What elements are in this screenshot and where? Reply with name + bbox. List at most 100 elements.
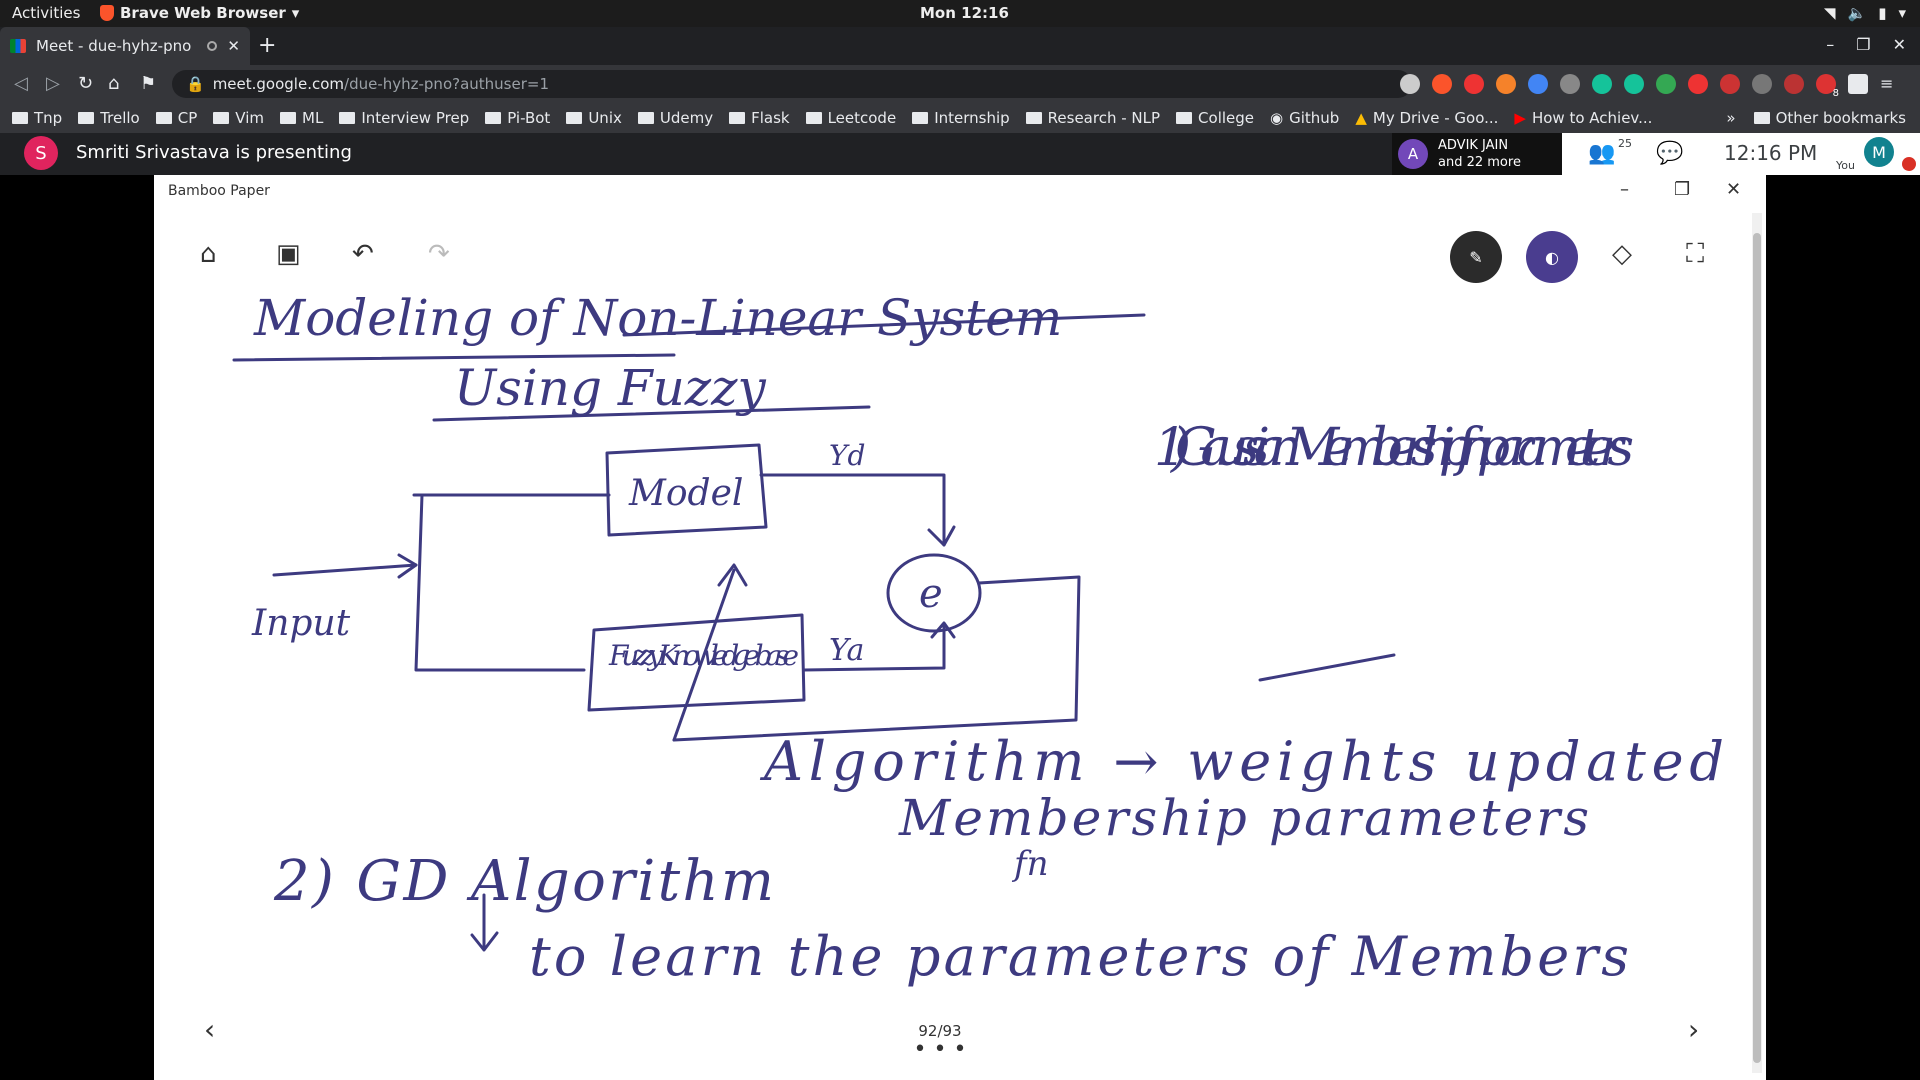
vertical-scrollbar[interactable]	[1752, 213, 1762, 1073]
folder-icon	[805, 112, 822, 124]
bookmark-item[interactable]: Research - NLP	[1025, 109, 1160, 127]
extension-icon[interactable]: 8	[1816, 74, 1839, 99]
extension-icon[interactable]	[1656, 74, 1676, 94]
checkmark	[1258, 653, 1396, 682]
bookmark-item[interactable]: Interview Prep	[339, 109, 469, 127]
input-wire	[414, 493, 586, 672]
app-menu-label: Brave Web Browser	[120, 4, 286, 22]
more-options-icon[interactable]: • • •	[910, 1037, 970, 1062]
folder-icon	[155, 112, 172, 124]
bookmark-item[interactable]: Unix	[566, 109, 622, 127]
bookmark-item[interactable]: Udemy	[637, 109, 713, 127]
bookmark-item[interactable]: Flask	[729, 109, 790, 127]
previous-page-icon[interactable]: ‹	[204, 1013, 215, 1046]
participant-summary: ADVIK JAIN and 22 more	[1438, 138, 1521, 170]
grammarly-icon[interactable]	[1624, 74, 1644, 94]
bookmark-item[interactable]: Tnp	[12, 109, 62, 127]
brave-shields-icon[interactable]	[1432, 74, 1452, 94]
brave-rewards-icon[interactable]	[1464, 74, 1484, 94]
maximize-icon[interactable]: ❐	[1856, 35, 1870, 54]
extension-icon[interactable]	[1560, 74, 1580, 94]
folder-icon	[729, 112, 746, 124]
meeting-clock: 12:16 PM	[1724, 141, 1818, 165]
minimize-icon[interactable]: –	[1826, 35, 1834, 54]
back-icon[interactable]: ◁	[14, 73, 28, 94]
folder-icon	[912, 112, 929, 124]
recording-indicator-icon	[207, 41, 218, 51]
new-tab-button[interactable]: +	[258, 33, 276, 58]
people-count: 25	[1618, 137, 1632, 150]
shield-icon[interactable]	[1720, 74, 1740, 94]
bookmark-item[interactable]: Trello	[78, 109, 140, 127]
bookmark-item[interactable]: ◉ Github	[1270, 109, 1339, 127]
forward-icon[interactable]: ▷	[46, 73, 60, 94]
home-icon[interactable]: ⌂	[108, 73, 119, 94]
bookmark-item[interactable]: ML	[280, 109, 323, 127]
window-controls: – ❐ ✕	[1826, 35, 1906, 54]
extension-icon[interactable]	[1752, 74, 1772, 94]
close-tab-icon[interactable]: ✕	[227, 37, 240, 55]
battery-icon: ▮	[1878, 4, 1887, 22]
bookmark-item[interactable]: College	[1176, 109, 1254, 127]
self-label: You	[1836, 159, 1855, 172]
system-clock[interactable]: Mon 12:16	[920, 4, 1009, 22]
drawing-canvas[interactable]: Modeling of Non-Linear System Using Fuzz…	[154, 175, 1750, 1005]
mic-off-icon	[1902, 157, 1916, 171]
folder-icon	[280, 112, 296, 124]
grammarly-icon[interactable]	[1592, 74, 1612, 94]
note-title-line1: Modeling of Non-Linear System	[253, 289, 1062, 347]
close-window-icon[interactable]: ✕	[1893, 35, 1906, 54]
bookmark-item[interactable]: ▲ My Drive - Goo...	[1355, 109, 1498, 127]
other-bookmarks[interactable]: » Other bookmarks	[1726, 109, 1906, 127]
lock-icon: 🔒	[186, 75, 205, 93]
error-label: e	[919, 571, 943, 617]
more-bookmarks-icon[interactable]: »	[1726, 109, 1735, 127]
folder-icon	[12, 112, 28, 124]
ya-wire	[802, 623, 946, 672]
bookmark-item[interactable]: ▶ How to Achiev...	[1514, 109, 1652, 127]
bookmarks-bar: Tnp Trello CP Vim ML Interview Prep Pi-B…	[0, 103, 1920, 133]
alarm-icon[interactable]	[1688, 74, 1708, 94]
reload-icon[interactable]: ↻	[78, 73, 93, 94]
participant-chip[interactable]: A ADVIK JAIN and 22 more	[1392, 133, 1562, 175]
bookmark-item[interactable]: Leetcode	[805, 109, 896, 127]
self-avatar[interactable]: M	[1864, 137, 1894, 167]
puzzle-icon[interactable]	[1848, 74, 1868, 94]
point1-note: 1) Gaussian Membership fn parameters	[1154, 418, 1634, 478]
tab-meet[interactable]: Meet - due-hyhz-pno ✕	[0, 27, 250, 65]
shared-window-bamboo-paper: Bamboo Paper – ❐ ✕ ⌂ ▣ ↶ ↷ ✎ ◐ ◇ ⛶ Model…	[154, 175, 1766, 1080]
extension-badge: 8	[1832, 88, 1839, 99]
scrollbar-thumb[interactable]	[1753, 233, 1761, 1063]
input-label: Input	[251, 603, 351, 644]
extension-icon[interactable]	[1496, 74, 1516, 94]
tab-title: Meet - due-hyhz-pno	[36, 37, 192, 55]
extension-icon[interactable]	[1784, 74, 1804, 94]
menu-icon[interactable]: ≡	[1880, 74, 1893, 94]
activities-button[interactable]: Activities	[12, 4, 80, 22]
bookmark-icon[interactable]: ⚑	[140, 73, 156, 94]
url-host: meet.google.com	[212, 75, 345, 93]
bookmark-item[interactable]: Internship	[912, 109, 1010, 127]
fn-note: fn	[1011, 844, 1048, 884]
fuzzy-label: Fuzzy Knowledge base	[608, 639, 799, 672]
people-icon[interactable]: 👥	[1588, 141, 1615, 166]
chat-icon[interactable]: 💬	[1656, 141, 1683, 166]
bookmark-item[interactable]: Pi-Bot	[485, 109, 550, 127]
camera-icon[interactable]	[1400, 74, 1420, 94]
bookmark-item[interactable]: CP	[155, 109, 197, 127]
address-bar[interactable]: 🔒 meet.google.com /due-hyhz-pno?authuser…	[172, 70, 1412, 98]
extensions-area: 8 ≡	[1400, 74, 1893, 99]
yd-wire	[759, 473, 946, 547]
youtube-icon: ▶	[1514, 109, 1526, 127]
bookmark-item[interactable]: Vim	[213, 109, 264, 127]
note-title-line2: Using Fuzzy	[454, 359, 766, 417]
folder-icon	[213, 112, 230, 124]
next-page-icon[interactable]: ›	[1688, 1013, 1699, 1046]
translate-icon[interactable]	[1528, 74, 1548, 94]
wifi-icon: ◥	[1823, 4, 1836, 22]
folder-icon	[485, 112, 502, 124]
app-menu[interactable]: Brave Web Browser ▾	[100, 4, 299, 22]
system-tray[interactable]: ◥ 🔈 ▮ ▾	[1824, 4, 1906, 22]
folder-icon	[1025, 112, 1042, 124]
chevron-down-icon: ▾	[1898, 4, 1906, 22]
